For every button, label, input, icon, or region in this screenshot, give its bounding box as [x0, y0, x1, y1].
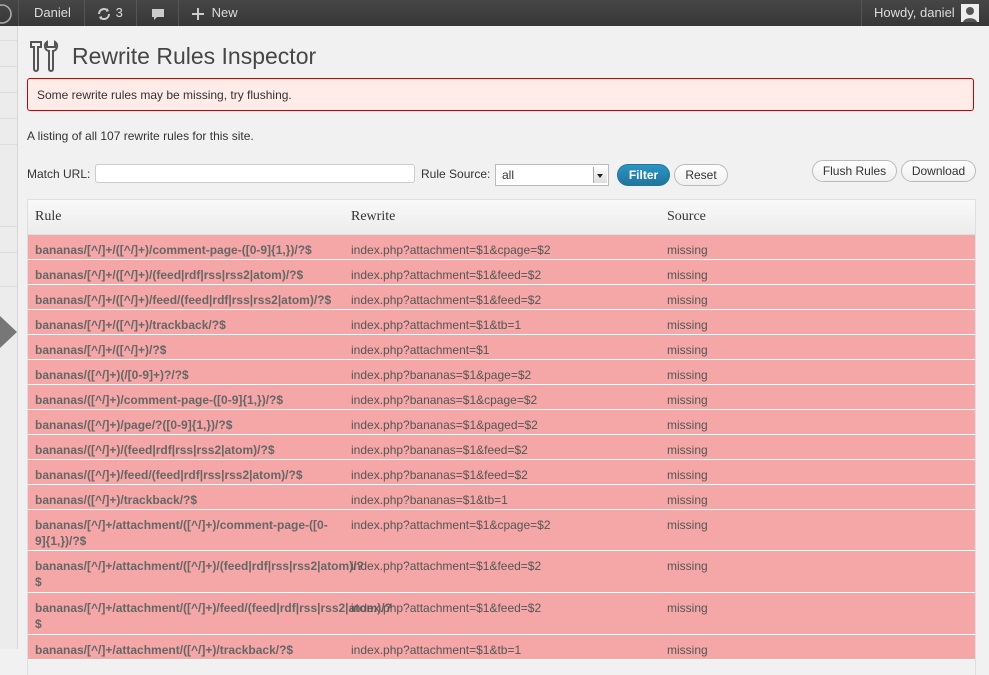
table-row: bananas/([^/]+)/comment-page-([0-9]{1,})…: [28, 385, 975, 410]
rewrite-cell: index.php?bananas=$1&page=$2: [351, 368, 532, 382]
admin-bar: Daniel 3 New Howdy, daniel: [0, 0, 989, 26]
rewrite-cell: index.php?attachment=$1&tb=1: [351, 643, 522, 657]
rewrite-rules-table: Rule Rewrite Source bananas/[^/]+/([^/]+…: [27, 199, 976, 675]
match-url-input[interactable]: [95, 164, 415, 183]
source-cell: missing: [667, 268, 708, 282]
table-header: Rule Rewrite Source: [28, 199, 975, 235]
rule-cell: bananas/([^/]+)(/[0-9]+)?/?$: [35, 368, 189, 382]
table-row: bananas/[^/]+/([^/]+)/comment-page-([0-9…: [28, 235, 975, 260]
rewrite-cell: index.php?bananas=$1&tb=1: [351, 493, 508, 507]
column-header-source: Source: [667, 209, 706, 224]
rule-cell: bananas/([^/]+)/page/?([0-9]{1,})/?$: [35, 418, 233, 432]
source-cell: missing: [667, 418, 708, 432]
avatar[interactable]: [961, 4, 979, 22]
howdy-user-link[interactable]: Howdy, daniel: [874, 0, 955, 26]
table-row: bananas/[^/]+/([^/]+)/(feed|rdf|rss|rss2…: [28, 260, 975, 285]
rule-cell: bananas/[^/]+/attachment/([^/]+)/trackba…: [35, 643, 294, 657]
rewrite-cell: index.php?attachment=$1&tb=1: [351, 318, 522, 332]
rewrite-cell: index.php?bananas=$1&cpage=$2: [351, 393, 538, 407]
rule-cell: bananas/[^/]+/attachment/([^/]+)/comment…: [35, 518, 328, 548]
filter-form: Match URL: Rule Source: all Filter Reset…: [27, 160, 976, 187]
rewrite-cell: index.php?attachment=$1&feed=$2: [351, 293, 542, 307]
source-cell: missing: [667, 601, 708, 615]
refresh-icon: [98, 7, 110, 20]
comments-icon[interactable]: [150, 0, 166, 26]
current-menu-arrow-icon: [0, 316, 17, 348]
rule-cell: bananas/([^/]+)/(feed|rdf|rss|rss2|atom)…: [35, 443, 275, 457]
tools-icon: [30, 40, 59, 72]
rule-cell: bananas/[^/]+/attachment/([^/]+)/(feed|r…: [35, 559, 364, 589]
table-row: bananas/[^/]+/attachment/([^/]+)/comment…: [28, 510, 975, 551]
table-row: bananas/([^/]+)(/[0-9]+)?/?$ index.php?ba…: [28, 360, 975, 385]
table-row: bananas/[^/]+/attachment/([^/]+)/(feed|r…: [28, 551, 975, 593]
rule-source-label: Rule Source:: [421, 167, 491, 181]
rewrite-cell: index.php?bananas=$1&paged=$2: [351, 418, 538, 432]
filter-button[interactable]: Filter: [617, 164, 670, 186]
match-url-label: Match URL:: [27, 167, 91, 181]
source-cell: missing: [667, 443, 708, 457]
rewrite-cell: index.php?attachment=$1: [351, 343, 490, 357]
rewrite-cell: index.php?bananas=$1&feed=$2: [351, 443, 528, 457]
new-label: New: [211, 5, 238, 20]
rule-cell: bananas/[^/]+/attachment/([^/]+)/feed/(f…: [35, 601, 392, 631]
rewrite-cell: index.php?attachment=$1&cpage=$2: [351, 518, 551, 532]
source-cell: missing: [667, 318, 708, 332]
table-row: bananas/([^/]+)/trackback/?$ index.php?ba…: [28, 485, 975, 510]
rule-cell: bananas/[^/]+/([^/]+)/trackback/?$: [35, 318, 226, 332]
rule-source-value: all: [502, 168, 515, 182]
rewrite-cell: index.php?attachment=$1&feed=$2: [351, 559, 542, 573]
column-header-rewrite: Rewrite: [351, 209, 396, 224]
rule-cell: bananas/[^/]+/([^/]+)/(feed|rdf|rss|rss2…: [35, 268, 304, 282]
table-row: bananas/[^/]+/attachment/([^/]+)/trackba…: [28, 635, 975, 660]
rule-cell: bananas/([^/]+)/comment-page-([0-9]{1,})…: [35, 393, 284, 407]
rewrite-cell: index.php?attachment=$1&feed=$2: [351, 268, 542, 282]
table-row: bananas/([^/]+)/page/?([0-9]{1,})/?$ inde…: [28, 410, 975, 435]
plus-icon: [192, 7, 204, 20]
download-button[interactable]: Download: [901, 160, 976, 182]
rule-cell: bananas/([^/]+)/feed/(feed|rdf|rss|rss2|…: [35, 468, 303, 482]
updates-link[interactable]: 3: [96, 0, 123, 26]
table-row: bananas/([^/]+)/feed/(feed|rdf|rss|rss2|…: [28, 460, 975, 485]
error-notice: Some rewrite rules may be missing, try f…: [27, 78, 974, 111]
rewrite-cell: index.php?attachment=$1&feed=$2: [351, 601, 542, 615]
rule-cell: bananas/([^/]+)/trackback/?$: [35, 493, 198, 507]
listing-summary: A listing of all 107 rewrite rules for t…: [27, 129, 254, 143]
new-content-link[interactable]: New: [192, 0, 238, 26]
source-cell: missing: [667, 368, 708, 382]
chevron-down-icon: [593, 167, 607, 183]
page-title: Rewrite Rules Inspector: [72, 43, 317, 69]
table-row: bananas/[^/]+/([^/]+)/?$ index.php?attach…: [28, 335, 975, 360]
table-row: bananas/[^/]+/attachment/([^/]+)/feed/(f…: [28, 593, 975, 635]
flush-rules-button[interactable]: Flush Rules: [812, 160, 897, 182]
rule-source-select[interactable]: all: [495, 164, 609, 186]
source-cell: missing: [667, 493, 708, 507]
source-cell: missing: [667, 518, 708, 532]
source-cell: missing: [667, 393, 708, 407]
rule-cell: bananas/[^/]+/([^/]+)/?$: [35, 343, 167, 357]
updates-count: 3: [115, 5, 123, 20]
notice-text: Some rewrite rules may be missing, try f…: [37, 88, 292, 102]
wordpress-logo-icon[interactable]: [0, 0, 14, 26]
source-cell: missing: [667, 293, 708, 307]
site-name-link[interactable]: Daniel: [34, 0, 71, 26]
source-cell: missing: [667, 243, 708, 257]
column-header-rule: Rule: [35, 209, 62, 224]
rule-cell: bananas/[^/]+/([^/]+)/comment-page-([0-9…: [35, 243, 312, 257]
table-row: bananas/([^/]+)/(feed|rdf|rss|rss2|atom)…: [28, 435, 975, 460]
source-cell: missing: [667, 343, 708, 357]
rewrite-cell: index.php?bananas=$1&feed=$2: [351, 468, 528, 482]
source-cell: missing: [667, 559, 708, 573]
table-row: bananas/[^/]+/([^/]+)/trackback/?$ index.…: [28, 310, 975, 335]
rewrite-cell: index.php?attachment=$1&cpage=$2: [351, 243, 551, 257]
table-row: bananas/[^/]+/([^/]+)/feed/(feed|rdf|rss…: [28, 285, 975, 310]
rule-cell: bananas/[^/]+/([^/]+)/feed/(feed|rdf|rss…: [35, 293, 332, 307]
reset-button[interactable]: Reset: [674, 164, 728, 186]
source-cell: missing: [667, 468, 708, 482]
source-cell: missing: [667, 643, 708, 657]
